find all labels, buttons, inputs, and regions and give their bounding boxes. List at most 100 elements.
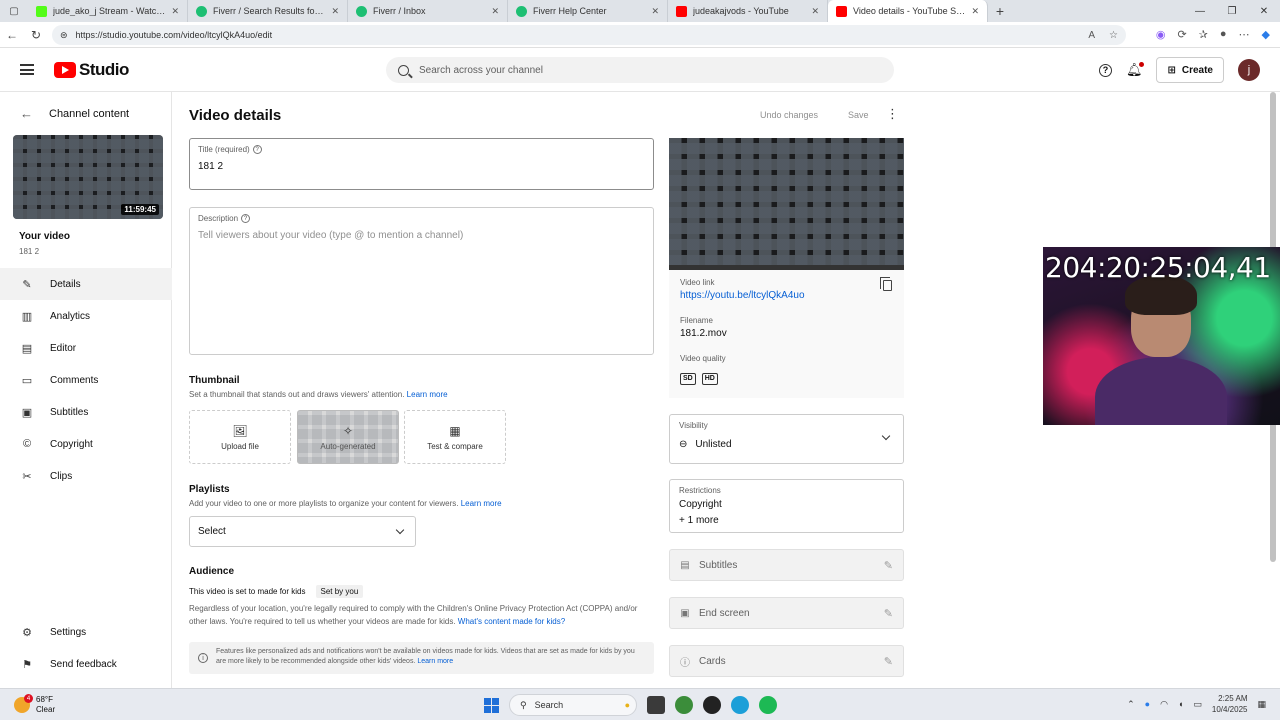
- url-input[interactable]: ⊜ https://studio.youtube.com/video/ltcyl…: [52, 25, 1126, 45]
- avatar[interactable]: j: [1238, 59, 1260, 81]
- video-thumbnail[interactable]: 11:59:45: [13, 135, 163, 219]
- favorites-icon[interactable]: ✰: [1199, 28, 1208, 41]
- clock[interactable]: 2:25 AM 10/4/2025: [1212, 693, 1248, 715]
- info-learn-more-link[interactable]: Learn more: [417, 658, 453, 665]
- playlist-select[interactable]: Select: [189, 516, 416, 547]
- extension-icon[interactable]: ◉: [1156, 28, 1166, 41]
- pencil-icon[interactable]: ✎: [884, 655, 893, 668]
- volume-icon[interactable]: ◖: [1178, 699, 1183, 709]
- playlists-heading: Playlists: [189, 484, 230, 495]
- browser-tab[interactable]: judeakajvods - YouTube ✕: [668, 0, 828, 22]
- help-icon[interactable]: ?: [252, 145, 262, 154]
- subtitles-icon: ▣: [21, 406, 33, 419]
- spotify-icon[interactable]: [759, 696, 777, 714]
- pencil-icon[interactable]: ✎: [884, 559, 893, 572]
- upload-file-button[interactable]: 🖼︎ Upload file: [189, 410, 291, 464]
- read-aloud-icon[interactable]: A: [1088, 30, 1095, 41]
- copilot-icon[interactable]: ◆: [1262, 28, 1270, 41]
- end-screen-row[interactable]: ▣ End screen ✎: [669, 597, 904, 629]
- chevron-down-icon: [881, 431, 891, 441]
- description-field[interactable]: Description? Tell viewers about your vid…: [189, 207, 654, 355]
- close-window-icon[interactable]: ✕: [1248, 0, 1280, 22]
- made-for-kids-info: i Features like personalized ads and not…: [189, 642, 654, 674]
- chevron-up-icon[interactable]: ⌃: [1127, 699, 1135, 710]
- help-icon[interactable]: ?: [241, 214, 251, 223]
- made-for-kids-link[interactable]: What's content made for kids?: [458, 617, 565, 626]
- help-icon[interactable]: ?: [1098, 63, 1112, 77]
- sidebar-item-details[interactable]: ✎ Details: [0, 268, 172, 300]
- edge-browser-icon[interactable]: [731, 696, 749, 714]
- menu-icon[interactable]: [20, 64, 34, 75]
- browser-tab[interactable]: Fiverr / Search Results for 'youtub...✕: [188, 0, 348, 22]
- restrictions-label: Restrictions: [679, 486, 721, 495]
- set-by-you-badge: Set by you: [315, 585, 364, 598]
- studio-logo[interactable]: Studio: [54, 60, 129, 80]
- back-icon[interactable]: ←: [0, 28, 24, 42]
- subtitles-row[interactable]: ▤ Subtitles ✎: [669, 549, 904, 581]
- restore-icon[interactable]: ❐: [1216, 0, 1248, 22]
- playlists-subtitle: Add your video to one or more playlists …: [189, 499, 502, 508]
- file-explorer-icon[interactable]: [647, 696, 665, 714]
- favorite-star-icon[interactable]: ☆: [1109, 30, 1118, 41]
- reload-icon[interactable]: ↻: [24, 28, 48, 42]
- sidebar-item-copyright[interactable]: © Copyright: [0, 428, 172, 460]
- battery-icon[interactable]: ▭: [1193, 699, 1202, 710]
- sidebar-item-subtitles[interactable]: ▣ Subtitles: [0, 396, 172, 428]
- new-tab-button[interactable]: +: [988, 3, 1012, 19]
- close-icon[interactable]: ✕: [651, 6, 659, 17]
- weather-widget[interactable]: 68°F Clear: [14, 694, 55, 715]
- more-vert-icon[interactable]: ⋮: [886, 106, 899, 122]
- close-icon[interactable]: ✕: [171, 6, 179, 17]
- search-input[interactable]: Search across your channel: [386, 57, 894, 83]
- browser-tab-active[interactable]: Video details - YouTube Studio ✕: [828, 0, 988, 22]
- more-options-icon[interactable]: ⋯: [1239, 28, 1250, 41]
- video-link[interactable]: https://youtu.be/ltcylQkA4uo: [680, 290, 805, 301]
- refresh-extension-icon[interactable]: ⟳: [1177, 28, 1186, 41]
- notifications-icon[interactable]: 🔔︎: [1126, 62, 1144, 78]
- test-compare-button[interactable]: ▦ Test & compare: [404, 410, 506, 464]
- auto-generated-button[interactable]: ✧ Auto-generated: [297, 410, 399, 464]
- taskbar-search[interactable]: ⚲ Search ●: [509, 694, 637, 716]
- browser-tab[interactable]: jude_ako_j Stream - Watch Live on...✕: [28, 0, 188, 22]
- wifi-icon[interactable]: ◠: [1160, 699, 1168, 710]
- sidebar-item-comments[interactable]: ▭ Comments: [0, 364, 172, 396]
- close-icon[interactable]: ✕: [811, 6, 819, 17]
- minimize-icon[interactable]: —: [1184, 0, 1216, 22]
- copy-icon[interactable]: [880, 277, 892, 291]
- video-preview[interactable]: [669, 138, 904, 270]
- app-icon-green[interactable]: [675, 696, 693, 714]
- windows-start-icon[interactable]: [484, 697, 499, 713]
- sidebar-item-editor[interactable]: ▤ Editor: [0, 332, 172, 364]
- weather-icon: [14, 694, 33, 713]
- pencil-icon[interactable]: ✎: [884, 607, 893, 620]
- cards-row[interactable]: ⓘ Cards ✎: [669, 645, 904, 677]
- restrictions-box[interactable]: Restrictions Copyright + 1 more: [669, 479, 904, 533]
- tab-search-icon[interactable]: ▢: [0, 0, 28, 22]
- create-button[interactable]: ⊞ Create: [1156, 57, 1224, 83]
- fiverr-favicon: [516, 5, 527, 17]
- address-bar: ← ↻ ⊜ https://studio.youtube.com/video/l…: [0, 22, 1280, 48]
- notification-center-icon[interactable]: ▦: [1257, 699, 1266, 710]
- app-icon-dark[interactable]: [703, 696, 721, 714]
- mic-icon[interactable]: ●: [1145, 699, 1150, 709]
- video-quality-label: Video quality: [680, 354, 726, 363]
- undo-changes-button[interactable]: Undo changes: [752, 105, 826, 125]
- site-info-icon[interactable]: ⊜: [60, 30, 68, 41]
- description-placeholder: Tell viewers about your video (type @ to…: [198, 230, 464, 241]
- close-icon[interactable]: ✕: [491, 6, 499, 17]
- browser-tab[interactable]: Fiverr Help Center ✕: [508, 0, 668, 22]
- close-icon[interactable]: ✕: [971, 6, 979, 17]
- sidebar-item-settings[interactable]: ⚙ Settings: [0, 616, 172, 648]
- thumbnail-learn-more-link[interactable]: Learn more: [407, 390, 448, 399]
- sidebar-item-analytics[interactable]: ▥ Analytics: [0, 300, 172, 332]
- title-field[interactable]: Title (required)? 181 2: [189, 138, 654, 190]
- save-button[interactable]: Save: [842, 105, 875, 125]
- playlists-learn-more-link[interactable]: Learn more: [461, 499, 502, 508]
- close-icon[interactable]: ✕: [331, 6, 339, 17]
- channel-content-back[interactable]: ← Channel content: [20, 106, 129, 121]
- sidebar-item-clips[interactable]: ✂ Clips: [0, 460, 172, 492]
- sidebar-item-send-feedback[interactable]: ⚑ Send feedback: [0, 648, 172, 680]
- profile-icon[interactable]: ●: [1220, 28, 1227, 41]
- browser-tab[interactable]: Fiverr / Inbox ✕: [348, 0, 508, 22]
- visibility-select[interactable]: Visibility ⊖ Unlisted: [669, 414, 904, 464]
